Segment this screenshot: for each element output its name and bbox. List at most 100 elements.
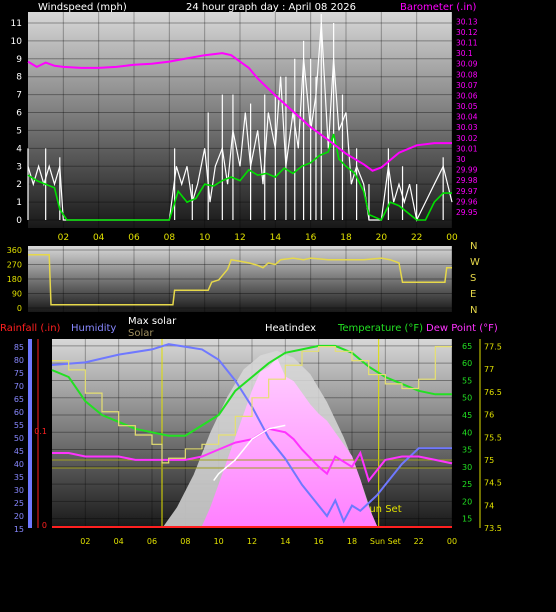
humidity-tick-label: 65 <box>14 395 24 404</box>
compass-n-bottom: N <box>470 305 477 316</box>
temp-x-tick-label: 06 <box>147 537 157 546</box>
wind-x-tick-label: 12 <box>234 233 245 243</box>
humidity-tick-label: 35 <box>14 473 24 482</box>
direction-tick-label: 90 <box>12 290 22 299</box>
chart-title: 24 hour graph day : April 08 2026 <box>186 2 356 13</box>
barometer-tick-label: 30.13 <box>456 17 478 26</box>
wind-tick-label: 3 <box>16 162 22 172</box>
temp-x-tick-label: 08 <box>180 537 190 546</box>
temp-x-tick-label: Sun Set <box>370 537 401 546</box>
barometer-tick-label: 30.02 <box>456 134 478 143</box>
barometer-tick-label: 30 <box>456 155 466 164</box>
barometer-tick-label: 29.97 <box>456 187 478 196</box>
compass-n-top: N <box>470 241 477 252</box>
temp-tick-label: 25 <box>462 480 472 489</box>
temp-tick-label: 15 <box>462 515 472 524</box>
max-solar-legend: Max solar <box>128 316 177 327</box>
wind-tick-label: 2 <box>16 180 22 190</box>
weather-graph-page: Windspeed (mph) 24 hour graph day : Apri… <box>0 0 556 612</box>
barometer-tick-label: 29.98 <box>456 176 478 185</box>
solar-tick-label: 74.5 <box>484 479 502 488</box>
wind-x-tick-label: 10 <box>199 233 211 243</box>
humidity-tick-label: 25 <box>14 499 24 508</box>
solar-tick-label: 77.5 <box>484 343 502 352</box>
wind-tick-label: 9 <box>16 55 22 65</box>
temp-tick-label: 20 <box>462 497 472 506</box>
barometer-tick-label: 30.05 <box>456 102 478 111</box>
barometer-tick-label: 29.99 <box>456 166 478 175</box>
wind-x-tick-label: 06 <box>128 233 140 243</box>
wind-x-tick-label: 04 <box>93 233 105 243</box>
humidity-tick-label: 85 <box>14 343 24 352</box>
wind-tick-label: 10 <box>11 37 23 47</box>
wind-tick-label: 5 <box>16 126 22 136</box>
solar-tick-label: 76.5 <box>484 388 502 397</box>
barometer-tick-label: 30.06 <box>456 91 478 100</box>
wind-tick-label: 11 <box>11 19 22 29</box>
compass-e: E <box>470 289 476 300</box>
wind-tick-label: 4 <box>16 144 22 154</box>
barometer-tick-label: 30.07 <box>456 81 478 90</box>
wind-x-tick-label: 02 <box>58 233 69 243</box>
barometer-tick-label: 29.95 <box>456 208 478 217</box>
direction-tick-label: 360 <box>7 246 22 255</box>
humidity-tick-label: 80 <box>14 356 24 365</box>
wind-x-tick-label: 18 <box>340 233 352 243</box>
compass-w: W <box>470 257 480 268</box>
barometer-tick-label: 30.04 <box>456 113 478 122</box>
solar-tick-label: 75.5 <box>484 433 502 442</box>
temp-x-tick-label: 14 <box>280 537 290 546</box>
temp-x-tick-label: 10 <box>214 537 224 546</box>
wind-x-tick-label: 16 <box>305 233 317 243</box>
wind-x-tick-label: 22 <box>411 233 422 243</box>
temp-x-tick-label: 04 <box>114 537 124 546</box>
wind-x-tick-label: 00 <box>446 233 458 243</box>
wind-tick-label: 6 <box>16 109 22 119</box>
humidity-tick-label: 45 <box>14 447 24 456</box>
rainfall-legend: Rainfall (.in) <box>0 323 61 334</box>
humidity-tick-label: 70 <box>14 382 24 391</box>
barometer-tick-label: 30.08 <box>456 70 478 79</box>
wind-x-tick-label: 14 <box>270 233 282 243</box>
humidity-tick-label: 75 <box>14 369 24 378</box>
dewpoint-legend: Dew Point (°F) <box>426 323 498 334</box>
temp-x-tick-label: 12 <box>247 537 257 546</box>
direction-tick-label: 270 <box>7 261 22 270</box>
temp-x-tick-label: 16 <box>314 537 324 546</box>
rain-tick-label: 0.1 <box>34 427 47 436</box>
humidity-tick-label: 55 <box>14 421 24 430</box>
temp-x-tick-label: 22 <box>414 537 424 546</box>
solar-tick-label: 77 <box>484 365 494 374</box>
weather-charts: Windspeed (mph) 24 hour graph day : Apri… <box>0 2 502 546</box>
barometer-tick-label: 30.1 <box>456 49 473 58</box>
rain-tick-label: 0 <box>42 521 47 530</box>
humidity-tick-label: 30 <box>14 486 24 495</box>
humidity-legend: Humidity <box>71 323 116 334</box>
direction-tick-label: 0 <box>17 304 22 313</box>
temp-tick-label: 45 <box>462 411 472 420</box>
humidity-tick-label: 40 <box>14 460 24 469</box>
solar-tick-label: 74 <box>484 501 494 510</box>
temp-tick-label: 30 <box>462 463 472 472</box>
wind-x-tick-label: 20 <box>376 233 388 243</box>
barometer-tick-label: 30.09 <box>456 60 478 69</box>
barometer-tick-label: 30.12 <box>456 28 478 37</box>
solar-tick-label: 73.5 <box>484 524 502 533</box>
humidity-tick-label: 20 <box>14 512 24 521</box>
temp-tick-label: 50 <box>462 394 472 403</box>
temp-tick-label: 65 <box>462 342 472 351</box>
temp-x-tick-label: 00 <box>447 537 457 546</box>
temp-tick-label: 40 <box>462 428 472 437</box>
wind-x-tick-label: 08 <box>164 233 176 243</box>
temp-x-tick-label: 18 <box>347 537 357 546</box>
heatindex-legend: Heatindex <box>265 323 316 334</box>
temp-tick-label: 60 <box>462 359 472 368</box>
temperature-legend: Temperature (°F) <box>337 323 423 334</box>
compass-s: S <box>470 273 476 284</box>
solar-tick-label: 75 <box>484 456 494 465</box>
temp-tick-label: 35 <box>462 446 472 455</box>
barometer-axis-title: Barometer (.in) <box>400 2 476 13</box>
direction-tick-label: 180 <box>7 275 22 284</box>
humidity-tick-label: 15 <box>14 525 24 534</box>
barometer-tick-label: 30.11 <box>456 38 478 47</box>
